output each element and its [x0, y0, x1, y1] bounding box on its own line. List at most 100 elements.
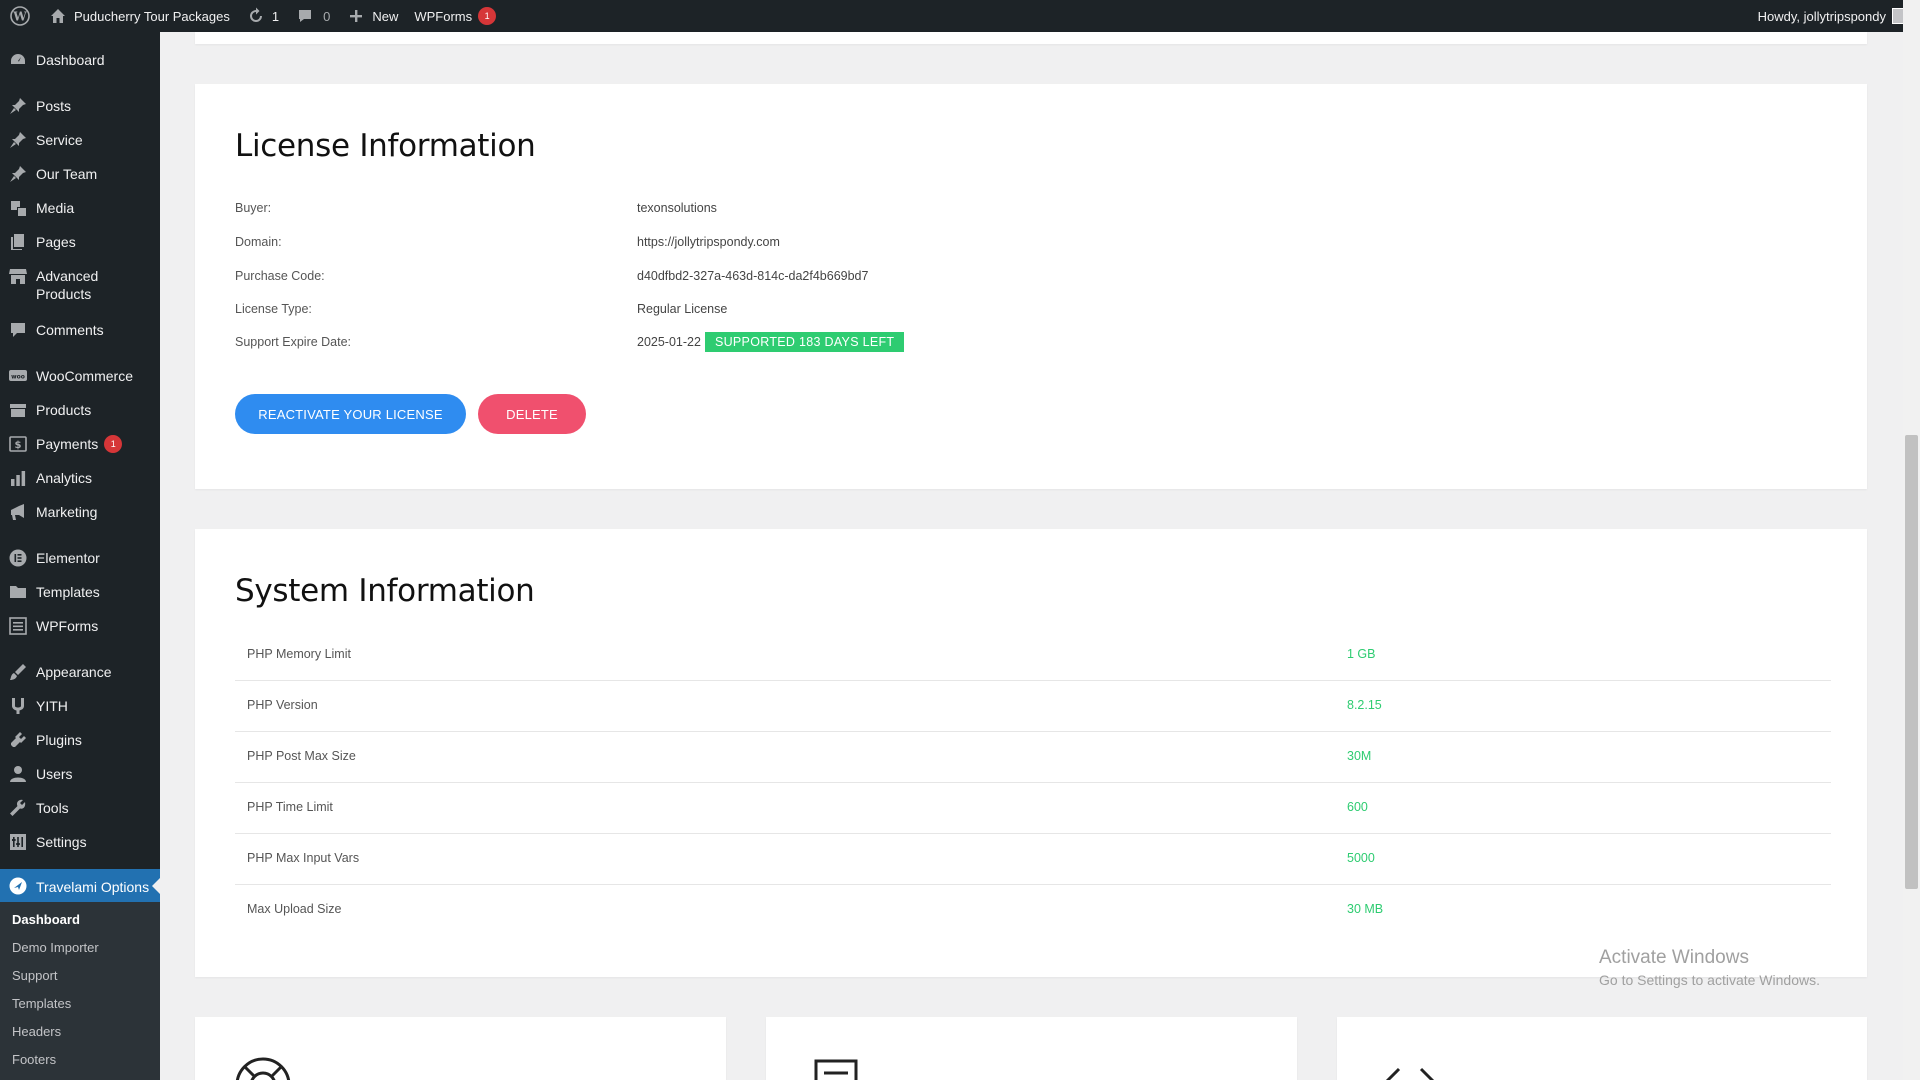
menu-item-travelami-options[interactable]: Travelami Options [0, 869, 160, 903]
refresh-icon [246, 6, 266, 26]
purchase-code-value: d40dfbd2-327a-463d-814c-da2f4b669bd7 [637, 269, 869, 283]
menu-item-marketing[interactable]: Marketing [0, 502, 160, 522]
menu-item-our-team[interactable]: Our Team [0, 164, 160, 184]
menu-label: Dashboard [36, 52, 105, 68]
menu-label: Templates [36, 584, 100, 600]
menu-label: YITH [36, 698, 68, 714]
new-label: New [372, 8, 399, 24]
wpforms-link[interactable]: WPForms 1 [406, 0, 504, 32]
menu-item-yith[interactable]: YITH [0, 696, 160, 716]
system-row: PHP Max Input Vars 5000 [235, 834, 1831, 885]
menu-item-tools[interactable]: Tools [0, 798, 160, 818]
page-scrollbar[interactable] [1903, 0, 1920, 1080]
new-content-link[interactable]: New [338, 0, 406, 32]
menu-item-pages[interactable]: Pages [0, 232, 160, 252]
menu-item-media[interactable]: Media [0, 198, 160, 218]
menu-item-users[interactable]: Users [0, 764, 160, 784]
menu-item-posts[interactable]: Posts [0, 96, 160, 116]
submenu-item-demo-importer[interactable]: Demo Importer [12, 940, 99, 955]
forms-icon [8, 616, 28, 636]
menu-item-dashboard[interactable]: Dashboard [0, 50, 160, 70]
license-card: License Information Buyer: texonsolution… [195, 84, 1867, 489]
site-name-link[interactable]: Puducherry Tour Packages [40, 0, 238, 32]
menu-item-analytics[interactable]: Analytics [0, 468, 160, 488]
svg-text:$: $ [15, 440, 22, 451]
brush-icon [8, 662, 28, 682]
updates-link[interactable]: 1 [238, 0, 287, 32]
updates-count: 1 [271, 8, 280, 24]
comment-icon [8, 320, 28, 340]
scrollbar-thumb[interactable] [1905, 435, 1918, 889]
pin-icon [8, 130, 28, 150]
documentation-card [766, 1017, 1297, 1080]
system-title: System Information [235, 573, 535, 609]
system-row-value: 8.2.15 [1347, 698, 1382, 712]
code-icon [1385, 1067, 1435, 1080]
menu-label: Analytics [36, 470, 93, 486]
current-menu-arrow [152, 878, 160, 894]
comment-icon [295, 6, 315, 26]
menu-item-woocommerce[interactable]: woo WooCommerce [0, 366, 160, 386]
menu-label: Our Team [36, 166, 98, 182]
submenu-item-support[interactable]: Support [12, 968, 58, 983]
submenu-item-templates[interactable]: Templates [12, 996, 71, 1011]
reactivate-license-button[interactable]: REACTIVATE YOUR LICENSE [235, 394, 466, 434]
purchase-code-label: Purchase Code: [235, 269, 325, 283]
menu-label: Travelami Options [36, 878, 150, 895]
previous-card [195, 32, 1867, 44]
wrench-icon [8, 798, 28, 818]
system-row-value: 30 MB [1347, 902, 1384, 916]
menu-item-appearance[interactable]: Appearance [0, 662, 160, 682]
menu-label: Advanced Products [36, 268, 99, 302]
menu-label: Payments [36, 436, 99, 452]
home-icon [48, 6, 68, 26]
menu-item-plugins[interactable]: Plugins [0, 730, 160, 750]
menu-item-comments[interactable]: Comments [0, 320, 160, 340]
system-row-label: PHP Time Limit [247, 800, 333, 814]
pages-icon [8, 232, 28, 252]
payments-icon: $ [8, 434, 28, 454]
plugin-icon [8, 730, 28, 750]
buyer-value: texonsolutions [637, 201, 717, 215]
system-row-value: 5000 [1347, 851, 1375, 865]
activate-windows-title: Activate Windows [1599, 947, 1749, 968]
menu-label: Plugins [36, 732, 82, 748]
lifebuoy-icon [235, 1057, 291, 1080]
license-type-label: License Type: [235, 302, 312, 316]
submenu-item-headers[interactable]: Headers [12, 1024, 61, 1039]
menu-label: Marketing [36, 504, 98, 520]
menu-label: WooCommerce [36, 368, 133, 384]
support-expire-value: 2025-01-22 [637, 335, 701, 349]
menu-item-service[interactable]: Service [0, 130, 160, 150]
support-status-badge: SUPPORTED 183 DAYS LEFT [704, 332, 905, 352]
menu-item-elementor[interactable]: Elementor [0, 548, 160, 568]
wordpress-logo-button[interactable]: W [0, 0, 40, 32]
menu-item-advanced-products[interactable]: Advanced Products [0, 266, 160, 303]
menu-label: Tools [36, 800, 69, 816]
system-row-label: PHP Max Input Vars [247, 851, 360, 865]
menu-item-wpforms[interactable]: WPForms [0, 616, 160, 636]
megaphone-icon [8, 502, 28, 522]
comments-link[interactable]: 0 [287, 0, 338, 32]
pin-icon [8, 96, 28, 116]
menu-label: Pages [36, 234, 76, 250]
menu-item-templates[interactable]: Templates [0, 582, 160, 602]
delete-license-button[interactable]: DELETE [478, 394, 586, 434]
menu-label: Elementor [36, 550, 100, 566]
my-account-link[interactable]: Howdy, jollytripspondy [1750, 0, 1920, 32]
plus-icon [346, 6, 366, 26]
menu-label: Service [36, 132, 83, 148]
settings-icon [8, 832, 28, 852]
support-expire-value-wrap: 2025-01-22 SUPPORTED 183 DAYS LEFT [637, 332, 905, 352]
folder-icon [8, 582, 28, 602]
menu-item-settings[interactable]: Settings [0, 832, 160, 852]
yith-icon [8, 696, 28, 716]
wordpress-icon: W [10, 6, 30, 26]
system-row: PHP Memory Limit 1 GB [235, 630, 1831, 681]
menu-item-payments[interactable]: $ Payments 1 [0, 434, 160, 454]
submenu-item-footers[interactable]: Footers [12, 1052, 56, 1067]
elementor-icon [8, 548, 28, 568]
submenu-item-dashboard[interactable]: Dashboard [12, 912, 80, 927]
menu-item-products[interactable]: Products [0, 400, 160, 420]
system-row: Max Upload Size 30 MB [235, 885, 1831, 936]
